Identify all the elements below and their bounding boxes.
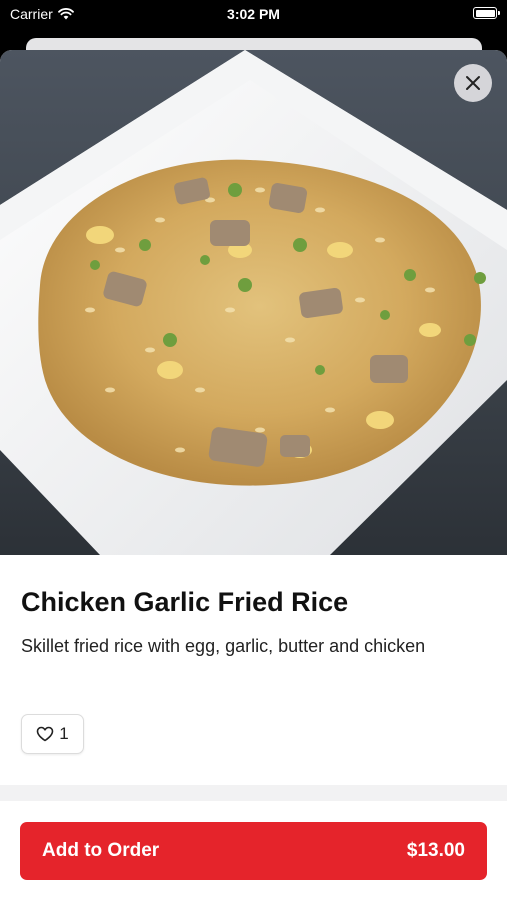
item-photo: [0, 50, 507, 555]
close-icon: [466, 76, 480, 90]
close-button[interactable]: [454, 64, 492, 102]
section-divider: [0, 785, 507, 801]
status-bar: Carrier 3:02 PM: [0, 0, 507, 30]
add-to-order-label: Add to Order: [42, 840, 160, 861]
add-to-order-button[interactable]: Add to Order $13.00: [20, 822, 487, 880]
item-description: Skillet fried rice with egg, garlic, but…: [21, 636, 426, 656]
bottom-safe-area: [0, 890, 507, 900]
item-title: Chicken Garlic Fried Rice: [21, 587, 349, 617]
heart-icon: [36, 726, 54, 742]
item-detail-sheet: Chicken Garlic Fried Rice Skillet fried …: [0, 50, 507, 900]
like-button[interactable]: 1: [21, 714, 84, 754]
status-time: 3:02 PM: [227, 6, 280, 22]
fried-rice-illustration: [0, 50, 507, 555]
battery-icon: [473, 7, 500, 19]
like-count: 1: [59, 724, 69, 743]
order-price: $13.00: [406, 840, 465, 861]
